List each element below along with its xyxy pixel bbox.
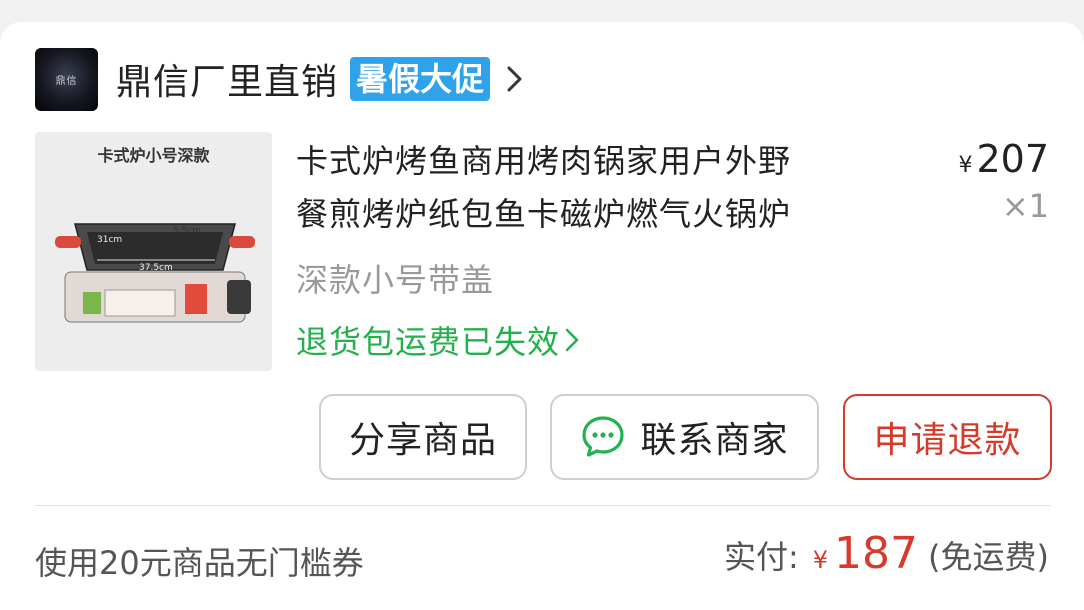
product-image[interactable]: 卡式炉小号深款 31cm 5.5cm 37.5cm: [35, 132, 272, 371]
product-variant: 深款小号带盖: [296, 261, 495, 299]
grill-pan-illustration: 31cm 5.5cm 37.5cm: [55, 223, 255, 323]
share-product-label: 分享商品: [348, 420, 497, 461]
product-price: ¥207: [958, 137, 1049, 181]
chevron-right-icon: [565, 328, 579, 352]
shop-header[interactable]: 鼎信 鼎信厂里直销 暑假大促: [35, 47, 526, 111]
return-shipping-link[interactable]: 退货包运费已失效: [296, 317, 580, 363]
contact-seller-label: 联系商家: [640, 420, 789, 461]
chevron-right-icon[interactable]: [504, 64, 526, 94]
request-refund-label: 申请退款: [873, 420, 1022, 461]
product-title-line-1: 卡式炉烤鱼商用烤肉锅家用户外野: [296, 142, 792, 180]
request-refund-button[interactable]: 申请退款: [843, 394, 1052, 480]
wechat-chat-icon: [582, 416, 625, 457]
shipping-note: (免运费): [928, 538, 1049, 576]
shop-logo-text: 鼎信: [55, 75, 78, 87]
divider: [35, 505, 1051, 506]
order-card: 鼎信 鼎信厂里直销 暑假大促 卡式炉小号深款 31cm 5.5cm 37.5cm…: [0, 22, 1084, 610]
dim-width: 37.5cm: [139, 263, 173, 273]
product-title[interactable]: 卡式炉烤鱼商用烤肉锅家用户外野 餐煎烤炉纸包鱼卡磁炉燃气火锅炉: [296, 135, 916, 241]
dim-height: 5.5cm: [173, 226, 201, 236]
paid-amount: 187: [834, 528, 919, 579]
price-currency: ¥: [958, 153, 973, 178]
promo-badge: 暑假大促: [350, 57, 491, 101]
price-value: 207: [976, 137, 1049, 181]
paid-label: 实付:: [723, 538, 799, 576]
shop-logo[interactable]: 鼎信: [35, 47, 98, 111]
return-shipping-text: 退货包运费已失效: [296, 323, 561, 361]
product-title-line-2: 餐煎烤炉纸包鱼卡磁炉燃气火锅炉: [296, 195, 792, 233]
paid-total: 实付: ¥ 187 (免运费): [724, 528, 1049, 579]
share-product-button[interactable]: 分享商品: [319, 394, 527, 480]
coupon-info: 使用20元商品无门槛券: [35, 544, 364, 582]
paid-currency: ¥: [812, 546, 829, 574]
dim-depth: 31cm: [97, 235, 122, 245]
contact-seller-button[interactable]: 联系商家: [550, 394, 819, 480]
product-quantity: ×1: [1001, 187, 1049, 225]
shop-name[interactable]: 鼎信厂里直销: [116, 53, 338, 105]
